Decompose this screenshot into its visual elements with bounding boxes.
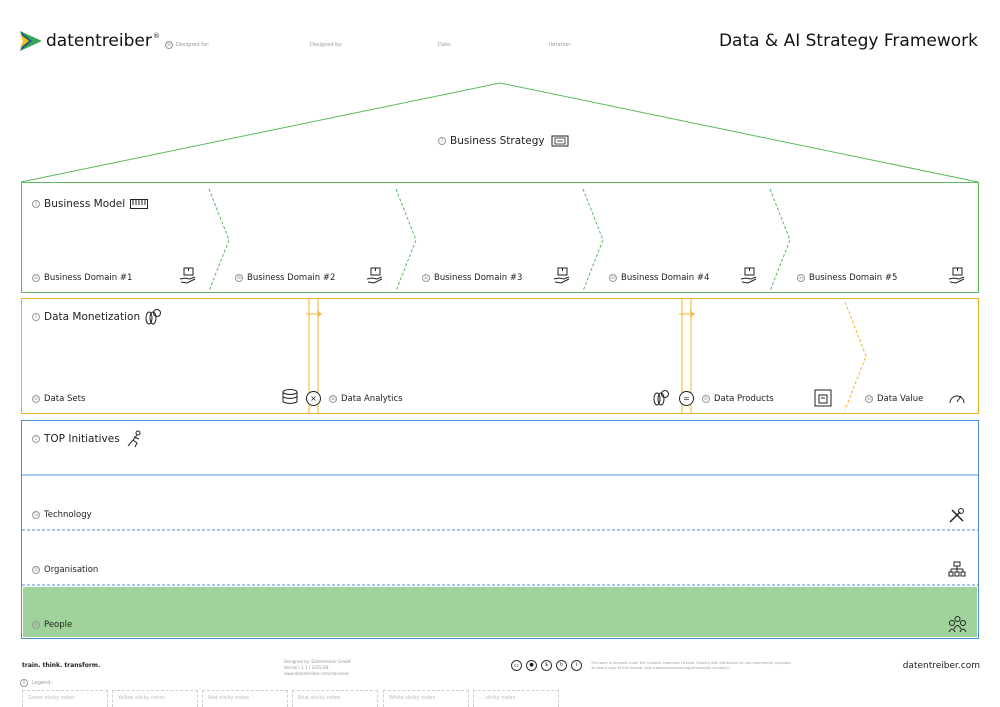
stage-label-text: Data Products bbox=[714, 394, 774, 404]
license-line: To view a copy of this license, visit cr… bbox=[591, 666, 730, 670]
domain-4-label[interactable]: 3d Business Domain #4 bbox=[609, 273, 709, 283]
org-chart-icon bbox=[948, 561, 966, 577]
runner-icon bbox=[127, 430, 141, 448]
people-fill bbox=[23, 587, 977, 637]
chevron-value bbox=[844, 301, 867, 411]
step-badge: 3e bbox=[797, 273, 805, 282]
license-text: This work is licensed under the Creative… bbox=[591, 661, 792, 671]
legend-sticky-red[interactable]: Red sticky notes bbox=[202, 690, 288, 707]
arrow-1 bbox=[306, 310, 322, 318]
stage-label-text: Data Analytics bbox=[341, 394, 403, 404]
arrow-2 bbox=[679, 310, 695, 318]
step-badge: 2 bbox=[438, 137, 446, 145]
step-badge: 4 bbox=[32, 313, 40, 321]
sa-icon: ↻ bbox=[556, 660, 567, 671]
legend-text: Legend: bbox=[32, 680, 53, 686]
cc-icon: cc bbox=[511, 660, 522, 671]
equals-operator: = bbox=[679, 391, 694, 406]
top-initiatives-title: 5 TOP Initiatives bbox=[32, 430, 143, 448]
framework-lines bbox=[20, 82, 979, 639]
step-badge: 4d bbox=[865, 394, 873, 403]
row-label-text: People bbox=[44, 620, 73, 630]
data-analytics-label[interactable]: 4b Data Analytics bbox=[329, 394, 403, 404]
chevron-1 bbox=[208, 188, 230, 292]
step-badge: 3c bbox=[422, 273, 430, 282]
hand-box-icon bbox=[366, 267, 383, 284]
domain-2-label[interactable]: 3b Business Domain #2 bbox=[235, 273, 335, 283]
hand-box-icon bbox=[179, 267, 196, 284]
business-model-title: 3 Business Model bbox=[32, 198, 149, 210]
coins-icon bbox=[653, 390, 669, 406]
roof-outline bbox=[20, 82, 979, 183]
step-badge: 3b bbox=[235, 273, 243, 282]
people-label[interactable]: 5c People bbox=[32, 620, 72, 630]
row-label-text: Organisation bbox=[44, 565, 99, 575]
domain-5-label[interactable]: 3e Business Domain #5 bbox=[797, 273, 897, 283]
step-badge: 4a bbox=[32, 394, 40, 403]
chevron-3 bbox=[582, 188, 604, 292]
data-sets-label[interactable]: 4a Data Sets bbox=[32, 394, 85, 404]
domain-3-label[interactable]: 3c Business Domain #3 bbox=[422, 273, 522, 283]
step-badge: 4c bbox=[702, 394, 710, 403]
site-link[interactable]: datentreiber.com bbox=[903, 661, 980, 671]
step-badge: 3 bbox=[32, 200, 40, 208]
by-icon: ● bbox=[526, 660, 537, 671]
domain-label-text: Business Domain #1 bbox=[44, 273, 133, 283]
data-monetization-text: Data Monetization bbox=[44, 311, 141, 323]
step-badge: 0 bbox=[20, 679, 28, 687]
data-value-label[interactable]: 4d Data Value bbox=[865, 394, 923, 404]
hand-box-icon bbox=[740, 267, 757, 284]
people-icon bbox=[948, 616, 967, 633]
technology-label[interactable]: 5a Technology bbox=[32, 510, 92, 520]
design-credit: Designed by: Datentreiber GmbH Version: … bbox=[284, 659, 351, 677]
hand-box-icon bbox=[553, 267, 570, 284]
domain-label-text: Business Domain #5 bbox=[809, 273, 898, 283]
step-badge: 5c bbox=[32, 620, 40, 629]
top-initiatives-text: TOP Initiatives bbox=[44, 433, 120, 445]
domain-1-label[interactable]: 3a Business Domain #1 bbox=[32, 273, 132, 283]
strategy-board-icon bbox=[551, 135, 569, 147]
license-icons: cc ● $ ↻ i bbox=[511, 660, 582, 671]
coins-icon bbox=[145, 309, 162, 325]
credit-line: www.datentreiber.com/canvases bbox=[284, 671, 350, 676]
step-badge: 3d bbox=[609, 273, 617, 282]
keyboard-icon bbox=[130, 199, 149, 209]
chevron-4 bbox=[769, 188, 791, 292]
printer-icon bbox=[814, 389, 832, 407]
step-badge: 4b bbox=[329, 394, 337, 403]
data-monetization-title: 4 Data Monetization bbox=[32, 308, 162, 326]
step-badge: 3a bbox=[32, 273, 40, 282]
tagline: train. think. transform. bbox=[22, 662, 101, 669]
row-label-text: Technology bbox=[44, 510, 92, 520]
gauge-icon bbox=[949, 395, 965, 404]
step-badge: 5b bbox=[32, 565, 40, 574]
domain-label-text: Business Domain #3 bbox=[434, 273, 523, 283]
info-icon: i bbox=[571, 660, 582, 671]
business-model-text: Business Model bbox=[44, 198, 126, 210]
legend-sticky-yellow[interactable]: Yellow sticky notes bbox=[112, 690, 198, 707]
nc-icon: $ bbox=[541, 660, 552, 671]
legend-sticky-blue[interactable]: Blue sticky notes bbox=[292, 690, 378, 707]
step-badge: 5 bbox=[32, 435, 40, 443]
data-products-label[interactable]: 4c Data Products bbox=[702, 394, 774, 404]
database-icon bbox=[282, 389, 298, 404]
data-monetization-frame bbox=[21, 298, 979, 414]
legend-sticky-green[interactable]: Green sticky notes bbox=[22, 690, 108, 707]
legend-sticky-other[interactable]: ... sticky notes bbox=[473, 690, 559, 707]
multiply-operator: × bbox=[306, 391, 321, 406]
business-strategy-text: Business Strategy bbox=[450, 135, 545, 147]
stage-label-text: Data Sets bbox=[44, 394, 86, 404]
tools-icon bbox=[949, 508, 964, 523]
organisation-label[interactable]: 5b Organisation bbox=[32, 565, 98, 575]
step-badge: 5a bbox=[32, 510, 40, 519]
domain-label-text: Business Domain #4 bbox=[621, 273, 710, 283]
stage-label-text: Data Value bbox=[877, 394, 924, 404]
hand-box-icon bbox=[948, 267, 965, 284]
domain-label-text: Business Domain #2 bbox=[247, 273, 336, 283]
chevron-2 bbox=[395, 188, 417, 292]
legend-label: 0 Legend: bbox=[20, 679, 52, 687]
business-strategy-label: 2 Business Strategy bbox=[438, 135, 569, 147]
legend-sticky-white[interactable]: White sticky notes bbox=[383, 690, 469, 707]
